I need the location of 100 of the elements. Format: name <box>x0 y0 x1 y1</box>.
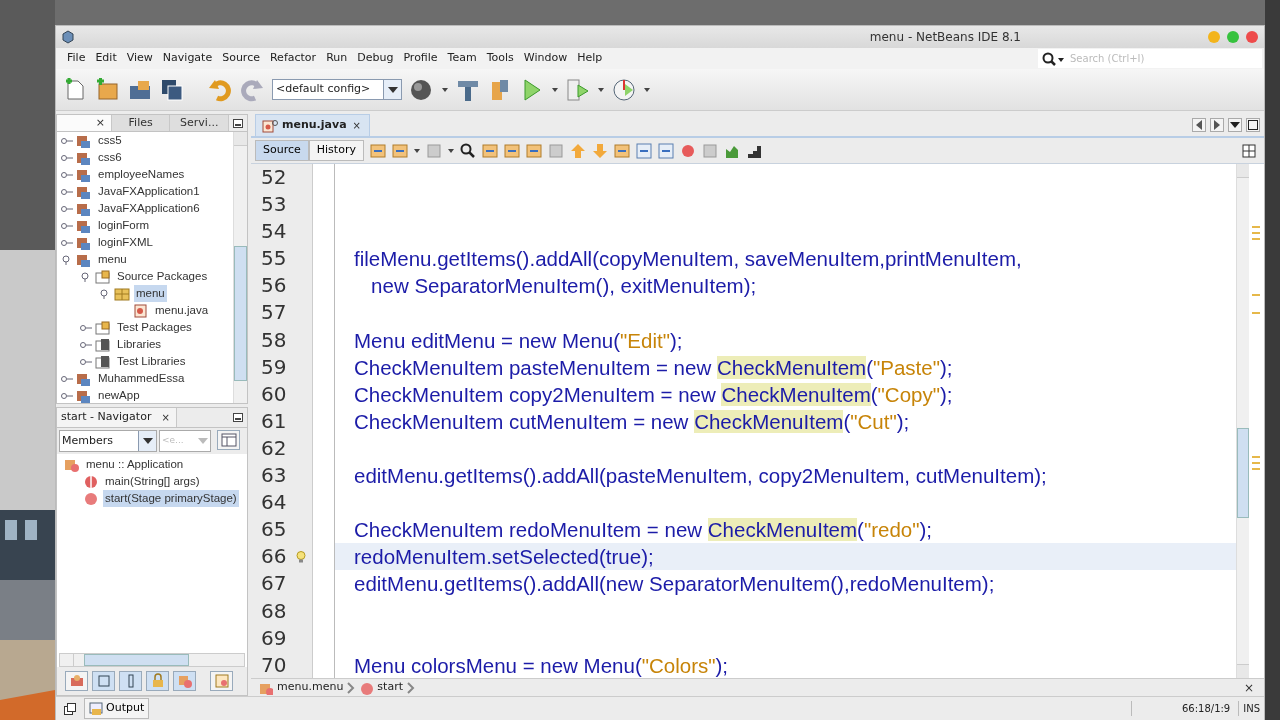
panel-tab[interactable]: Servi... <box>170 115 229 131</box>
expand-handle[interactable] <box>80 339 92 350</box>
view-tab[interactable]: History <box>308 140 364 161</box>
expand-handle[interactable] <box>61 390 73 401</box>
scroll-left-button[interactable] <box>1192 118 1206 132</box>
tree-item[interactable]: employeeNames <box>96 165 187 184</box>
expand-handle[interactable] <box>80 356 92 367</box>
minimize-icon[interactable] <box>233 118 243 128</box>
breadcrumb-item[interactable]: start <box>377 679 403 696</box>
caret-icon[interactable] <box>552 87 558 92</box>
expand-handle[interactable] <box>61 169 73 180</box>
expand-handle[interactable] <box>99 288 111 299</box>
tree-item[interactable]: Test Libraries <box>115 352 188 371</box>
new-project-icon[interactable] <box>96 77 120 102</box>
caret-icon[interactable] <box>447 148 454 153</box>
expand-handle[interactable] <box>80 271 92 282</box>
main-menu-entry[interactable]: Source <box>217 50 265 67</box>
tree-item[interactable]: loginFXML <box>96 233 155 252</box>
tree-item[interactable]: Libraries <box>115 335 164 354</box>
tree-item[interactable]: main(String[] args) <box>103 472 202 491</box>
main-menu-entry[interactable]: Profile <box>398 50 443 67</box>
tree-item[interactable]: menu <box>134 284 167 303</box>
output-button[interactable]: Output <box>84 698 150 719</box>
tree-item[interactable]: Test Packages <box>115 318 194 337</box>
expand-handle[interactable] <box>61 237 73 248</box>
main-menu-entry[interactable]: Edit <box>90 50 122 67</box>
split-icon[interactable] <box>1242 143 1256 158</box>
redo-icon[interactable] <box>240 77 264 102</box>
expand-handle[interactable] <box>61 254 73 265</box>
tree-item[interactable]: loginForm <box>96 216 152 235</box>
main-menu-entry[interactable]: View <box>121 50 158 67</box>
fields-filter-button[interactable] <box>65 671 88 691</box>
lightbulb-icon[interactable] <box>296 550 307 563</box>
tree-item[interactable]: menu :: Application <box>84 455 186 474</box>
search-input[interactable]: Search (Ctrl+I) <box>1068 50 1258 67</box>
main-menu-entry[interactable]: Debug <box>352 50 399 67</box>
main-menu-entry[interactable]: Run <box>321 50 353 67</box>
close-tab-button[interactable]: × <box>350 118 363 133</box>
tree-item[interactable]: start(Stage primaryStage) <box>103 489 239 508</box>
debug-icon[interactable] <box>566 77 590 102</box>
caret-icon[interactable] <box>644 87 650 92</box>
close-button[interactable] <box>1246 31 1258 43</box>
expand-handle[interactable] <box>80 322 92 333</box>
bar-filter-button[interactable] <box>119 671 142 691</box>
main-menu-entry[interactable]: File <box>62 50 91 67</box>
panel-tab[interactable]: Files <box>111 115 171 131</box>
scrollbar[interactable] <box>59 653 245 667</box>
expand-handle[interactable] <box>61 203 73 214</box>
breadcrumb-item[interactable]: menu.menu <box>277 679 344 696</box>
main-menu-entry[interactable]: Help <box>572 50 608 67</box>
main-menu-entry[interactable]: Window <box>518 50 573 67</box>
tree-item[interactable]: JavaFXApplication1 <box>96 182 202 201</box>
config-dropdown[interactable]: <default config> <box>272 79 402 100</box>
undo-icon[interactable] <box>208 77 232 102</box>
square-filter-button[interactable] <box>92 671 115 691</box>
restore-icon[interactable] <box>64 702 76 715</box>
main-menu-entry[interactable]: Refactor <box>264 50 322 67</box>
tree-item[interactable]: css6 <box>96 148 124 167</box>
expand-handle[interactable] <box>61 373 73 384</box>
record-macro-icon[interactable] <box>679 142 696 159</box>
caret-icon[interactable] <box>442 87 448 92</box>
main-menu-entry[interactable]: Tools <box>481 50 519 67</box>
scroll-right-button[interactable] <box>1210 118 1224 132</box>
caret-icon[interactable] <box>598 87 604 92</box>
save-all-icon[interactable] <box>160 77 184 102</box>
expand-handle[interactable] <box>61 135 73 146</box>
globe-icon[interactable] <box>410 77 434 102</box>
expand-handle[interactable] <box>61 220 73 231</box>
tree-item[interactable]: JavaFXApplication6 <box>96 199 202 218</box>
tab-list-button[interactable] <box>1228 118 1242 132</box>
profile-icon[interactable] <box>612 77 636 102</box>
lock-filter-button[interactable] <box>146 671 169 691</box>
expand-handle[interactable] <box>61 152 73 163</box>
tree-item[interactable]: menu <box>96 250 129 269</box>
minimize-icon[interactable] <box>233 413 243 422</box>
caret-icon[interactable] <box>413 148 420 153</box>
tree-item[interactable]: css5 <box>96 132 124 150</box>
class-filter-button[interactable] <box>173 671 196 691</box>
main-menu-entry[interactable]: Navigate <box>157 50 218 67</box>
scrollbar[interactable] <box>233 132 247 403</box>
maximize-button[interactable] <box>1246 118 1260 132</box>
expand-handle[interactable] <box>61 186 73 197</box>
tree-item[interactable]: MuhammedEssa <box>96 369 187 388</box>
members-dropdown[interactable]: Members <box>59 430 157 452</box>
search-icon[interactable] <box>1042 51 1064 66</box>
tree-item[interactable]: menu.java <box>153 301 211 320</box>
close-button[interactable]: × <box>1241 678 1256 697</box>
close-tab-button[interactable]: × <box>57 115 112 131</box>
find-icon[interactable] <box>459 142 476 159</box>
method-icon <box>359 680 374 695</box>
view-tab[interactable]: Source <box>255 140 309 161</box>
close-button[interactable]: × <box>159 410 172 425</box>
editor-tab[interactable]: menu.java × <box>255 114 370 136</box>
main-menu-entry[interactable]: Team <box>442 50 482 67</box>
tree-item[interactable]: Source Packages <box>115 267 210 286</box>
scrollbar[interactable] <box>1236 164 1249 678</box>
layout-button[interactable] <box>217 430 240 450</box>
tree-item[interactable]: newApp <box>96 386 142 403</box>
sort-button[interactable] <box>210 671 233 691</box>
search-field[interactable]: Search (Ctrl+I) <box>1038 49 1262 68</box>
